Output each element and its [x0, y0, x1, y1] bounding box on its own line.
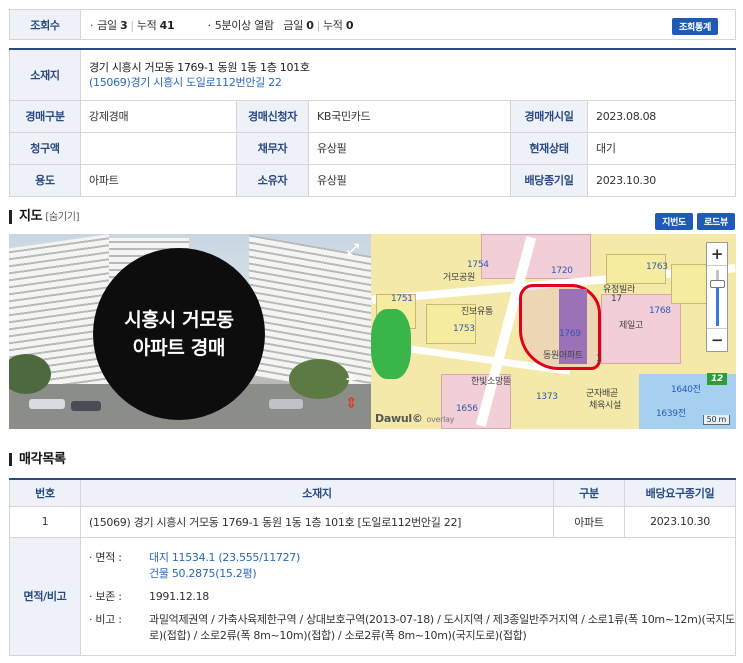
- parcel-label: 1763: [646, 262, 668, 272]
- area-note-label: 면적/비고: [9, 536, 81, 656]
- deadline-value: 2023.10.30: [587, 163, 736, 198]
- roadview-button[interactable]: 로드뷰: [697, 213, 735, 230]
- parcel-label: 1769: [559, 329, 581, 339]
- parcel-label: 1751: [391, 294, 413, 304]
- zoom-control: + −: [706, 242, 728, 352]
- col-location: 소재지: [80, 478, 554, 507]
- view-stats-button[interactable]: 조회통계: [672, 18, 718, 35]
- place-label: 유정빌라: [603, 285, 635, 295]
- zoom-out-button[interactable]: −: [707, 329, 727, 351]
- map-scale: 50 m: [702, 415, 730, 425]
- parcel-label: 1: [596, 354, 602, 364]
- row-number: 1: [9, 505, 81, 538]
- table-row: 1 (15069) 경기 시흥시 거모동 1769-1 동원 1동 1층 101…: [9, 505, 736, 538]
- auction-info-table: 소재지 경기 시흥시 거모동 1769-1 동원 1동 1층 101호 (150…: [9, 48, 736, 198]
- owner-value: 유상필: [308, 163, 511, 198]
- debtor-label: 채무자: [236, 131, 309, 165]
- map-hide-toggle[interactable]: [숨기기]: [45, 212, 79, 223]
- area-land: 대지 11534.1 (23.555/11727): [149, 550, 300, 564]
- zoom-in-button[interactable]: +: [707, 243, 727, 265]
- zoom-slider[interactable]: [707, 265, 727, 329]
- col-deadline: 배당요구종기일: [624, 478, 736, 507]
- map-mode-buttons: 지번도 로드뷰: [651, 213, 735, 230]
- view-count-values: · 금일 3 | 누적 41 · 5분이상 열람 금일 0 | 누적 0: [80, 9, 736, 40]
- cadastral-map-panel[interactable]: 1754 1720 1751 1753 1769 1640전 1639전 176…: [371, 234, 736, 429]
- cadastral-map-button[interactable]: 지번도: [655, 213, 694, 230]
- row-location: (15069) 경기 시흥시 거모동 1769-1 동원 1동 1층 101호 …: [80, 505, 554, 538]
- place-label: 동원아파트: [543, 351, 583, 361]
- preserve-key: · 보존 :: [89, 589, 122, 603]
- sale-list-title: 매각목록: [9, 453, 66, 466]
- col-type: 구분: [553, 478, 625, 507]
- owner-label: 소유자: [236, 163, 309, 198]
- note-value: 과밀억제권역 / 가축사육제한구역 / 상대보호구역(2013-07-18) /…: [149, 612, 735, 642]
- location-value: 경기 시흥시 거모동 1769-1 동원 1동 1층 101호 (15069)경…: [80, 48, 736, 101]
- parcel-label: 1373: [536, 392, 558, 402]
- area-note-detail: · 면적 : 대지 11534.1 (23.555/11727) 건물 50.2…: [80, 536, 736, 656]
- parcel-label: 1754: [467, 260, 489, 270]
- claim-value: [80, 131, 237, 165]
- parcel-label: 1753: [453, 324, 475, 334]
- parcel-label: 1656: [456, 404, 478, 414]
- map-area: 시흥시 거모동 아파트 경매 ⤢ + ⇕ 1754 1720 1751 1753…: [9, 234, 736, 429]
- parcel-label: 1720: [551, 266, 573, 276]
- status-label: 현재상태: [510, 131, 588, 165]
- view-count-table: 조회수 · 금일 3 | 누적 41 · 5분이상 열람 금일 0 | 누적 0: [9, 9, 736, 40]
- location-label: 소재지: [9, 48, 81, 101]
- sale-list-table: 번호 소재지 구분 배당요구종기일 1 (15069) 경기 시흥시 거모동 1…: [9, 478, 736, 656]
- address-road[interactable]: (15069)경기 시흥시 도일로112번안길 22: [89, 75, 735, 90]
- place-label: 체육시설: [589, 401, 621, 411]
- debtor-value: 유상필: [308, 131, 511, 165]
- claim-label: 청구액: [9, 131, 81, 165]
- preserve-value: 1991.12.18: [149, 589, 209, 603]
- map-provider-logo: Dawul© overlay: [375, 412, 455, 425]
- place-label: 제일고: [619, 321, 643, 331]
- start-date-value: 2023.08.08: [587, 99, 736, 133]
- view-count-long: · 5분이상 열람 금일 0 | 누적 0: [207, 18, 354, 32]
- applicant-value: KB국민카드: [308, 99, 511, 133]
- use-label: 용도: [9, 163, 81, 198]
- parcel-label: 1639전: [656, 409, 686, 419]
- start-date-label: 경매개시일: [510, 99, 588, 133]
- use-value: 아파트: [80, 163, 237, 198]
- parcel-label: 1768: [649, 306, 671, 316]
- roadview-panel[interactable]: 시흥시 거모동 아파트 경매 ⤢ + ⇕: [9, 234, 371, 429]
- zoom-level-badge: 12: [707, 373, 727, 385]
- view-count-label: 조회수: [9, 9, 81, 40]
- place-label: 거모공원: [443, 273, 475, 283]
- roadview-zoom-icon[interactable]: +: [345, 370, 358, 388]
- note-key: · 비고 :: [89, 612, 122, 626]
- area-key: · 면적 :: [89, 550, 122, 564]
- roadview-caption: 시흥시 거모동 아파트 경매: [93, 248, 265, 420]
- parcel-label: 1640전: [671, 385, 701, 395]
- parcel-label: 17: [611, 294, 622, 304]
- status-value: 대기: [587, 131, 736, 165]
- place-label: 진보유통: [461, 307, 493, 317]
- place-label: 한빛소망뜰: [471, 377, 511, 387]
- address-lot: 경기 시흥시 거모동 1769-1 동원 1동 1층 101호: [89, 60, 310, 74]
- fullscreen-icon[interactable]: ⤢: [347, 240, 359, 258]
- applicant-label: 경매신청자: [236, 99, 309, 133]
- deadline-label: 배당종기일: [510, 163, 588, 198]
- view-count-today: · 금일 3 | 누적 41: [90, 18, 175, 32]
- map-section-title: 지도 [숨기기]: [9, 210, 80, 224]
- compass-icon[interactable]: ⇕: [345, 394, 358, 412]
- row-deadline: 2023.10.30: [624, 505, 736, 538]
- row-type: 아파트: [553, 505, 625, 538]
- auction-type-value: 강제경매: [80, 99, 237, 133]
- col-number: 번호: [9, 478, 81, 507]
- auction-type-label: 경매구분: [9, 99, 81, 133]
- area-building: 건물 50.2875(15.2평): [149, 566, 257, 580]
